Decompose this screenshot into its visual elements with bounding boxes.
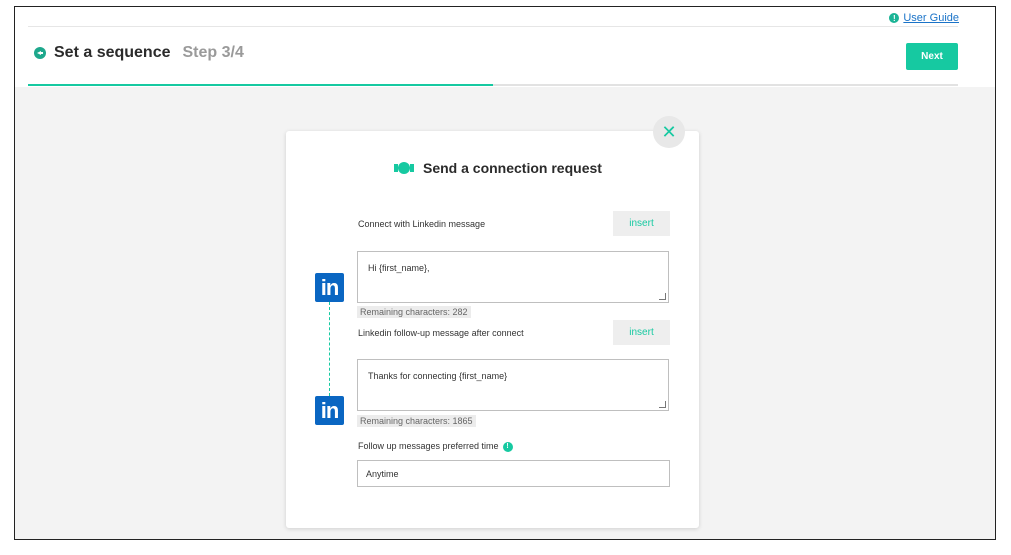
connect-message-label: Connect with Linkedin message (358, 219, 486, 229)
info-icon: ! (889, 13, 900, 23)
close-icon[interactable]: ✕ (653, 116, 685, 148)
followup-message-text: Thanks for connecting {first_name} (368, 371, 508, 381)
sequence-connector (329, 302, 330, 396)
preferred-time-label: Follow up messages preferred time! (358, 441, 513, 452)
preferred-time-value: Anytime (366, 469, 399, 479)
followup-message-label: Linkedin follow-up message after connect (358, 328, 524, 338)
linkedin-icon: in (315, 273, 344, 302)
connect-remaining-chars: Remaining characters: 282 (357, 306, 471, 318)
preferred-time-select[interactable]: Anytime (357, 460, 670, 487)
user-guide-link[interactable]: ! User Guide (889, 12, 959, 24)
page-title: Set a sequence (54, 44, 171, 61)
insert-button-followup[interactable]: insert (613, 320, 670, 345)
followup-message-textarea[interactable]: Thanks for connecting {first_name} (357, 359, 669, 411)
resize-handle-icon[interactable] (659, 401, 666, 408)
followup-remaining-chars: Remaining characters: 1865 (357, 415, 476, 427)
step-indicator: Step 3/4 (182, 44, 244, 61)
preferred-time-label-text: Follow up messages preferred time (358, 441, 499, 451)
info-icon[interactable]: ! (502, 441, 513, 452)
handshake-icon (394, 162, 414, 174)
insert-button-connect[interactable]: insert (613, 211, 670, 236)
connect-message-textarea[interactable]: Hi {first_name}, (357, 251, 669, 303)
progress-fill (28, 84, 493, 86)
card-title: Send a connection request (394, 160, 602, 176)
page-header: Set a sequence Step 3/4 (34, 44, 244, 62)
progress-bar (28, 84, 958, 86)
linkedin-icon: in (315, 396, 344, 425)
user-guide-label[interactable]: User Guide (903, 12, 959, 24)
top-divider (28, 26, 958, 27)
resize-handle-icon[interactable] (659, 293, 666, 300)
card-title-text: Send a connection request (423, 160, 602, 176)
next-button[interactable]: Next (906, 43, 958, 70)
back-arrow-icon[interactable] (34, 47, 46, 59)
connect-message-text: Hi {first_name}, (368, 263, 430, 273)
